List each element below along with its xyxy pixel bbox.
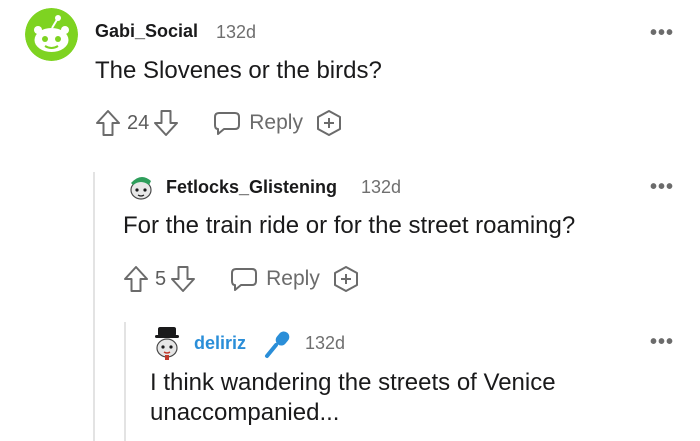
award-plus-icon[interactable] (315, 109, 343, 137)
downvote-icon[interactable] (153, 109, 179, 137)
upvote-icon[interactable] (123, 265, 149, 293)
avatar-fetlocks-glistening[interactable] (125, 170, 157, 202)
upvote-icon[interactable] (95, 109, 121, 137)
reply-label: Reply (249, 111, 303, 134)
reply-label: Reply (266, 267, 320, 290)
thread-line-level-1[interactable] (93, 172, 95, 441)
more-options-icon[interactable]: ••• (650, 331, 674, 354)
reply-button[interactable]: Reply (213, 110, 303, 136)
comment-age: 132d (305, 333, 346, 353)
award-plus-icon[interactable] (332, 265, 360, 293)
more-options-icon[interactable]: ••• (650, 22, 674, 45)
microphone-icon (262, 328, 294, 360)
reply-button[interactable]: Reply (230, 266, 320, 292)
comment-body: For the train ride or for the street roa… (123, 212, 576, 239)
comment-actions: 24 Reply (95, 108, 343, 138)
reply-bubble-icon (231, 268, 258, 291)
vote-count: 24 (127, 111, 150, 134)
username[interactable]: deliriz (194, 333, 246, 354)
comment-actions: 5 Reply (123, 264, 360, 294)
username[interactable]: Gabi_Social (95, 21, 198, 42)
downvote-icon[interactable] (170, 265, 196, 293)
username[interactable]: Fetlocks_Glistening (166, 177, 337, 198)
avatar-deliriz[interactable] (150, 325, 184, 361)
thread-line-level-2[interactable] (124, 322, 126, 441)
comment-body: The Slovenes or the birds? (95, 57, 382, 84)
comment-body: I think wandering the streets of Venice … (150, 369, 556, 426)
vote-count: 5 (155, 267, 167, 290)
comment-age: 132d (361, 177, 402, 197)
reply-bubble-icon (214, 112, 241, 135)
more-options-icon[interactable]: ••• (650, 176, 674, 199)
avatar-gabi-social[interactable] (25, 8, 78, 61)
comment-age: 132d (216, 22, 257, 42)
